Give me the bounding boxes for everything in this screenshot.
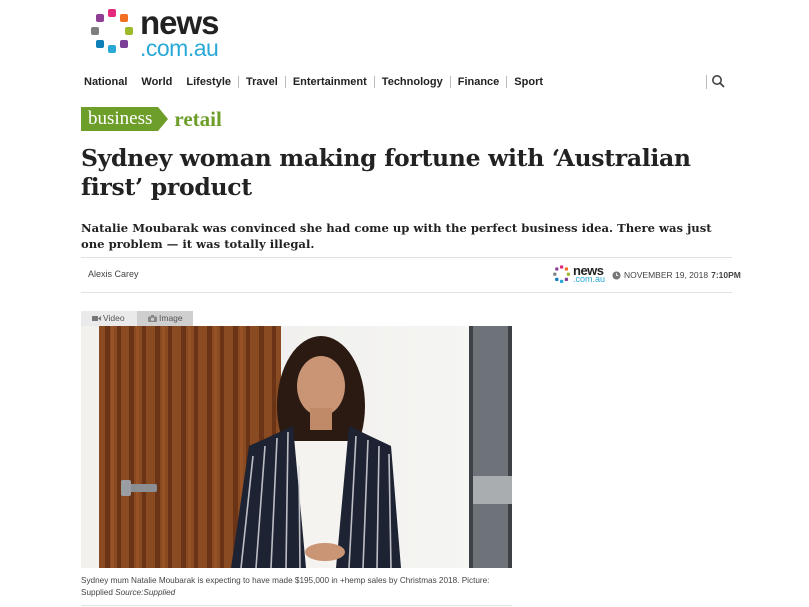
publisher-dots-icon bbox=[553, 265, 570, 283]
divider bbox=[81, 292, 732, 293]
section-breadcrumb: business retail bbox=[81, 107, 222, 131]
article-headline: Sydney woman making fortune with ‘Austra… bbox=[81, 144, 691, 201]
video-camera-icon bbox=[92, 316, 101, 321]
article-standfirst: Natalie Moubarak was convinced she had c… bbox=[81, 221, 712, 251]
search-icon bbox=[712, 75, 725, 88]
logo-domain: .com.au bbox=[140, 35, 219, 61]
photo-source: Source:Supplied bbox=[115, 588, 176, 597]
main-nav: National World Lifestyle Travel Entertai… bbox=[84, 74, 550, 90]
nav-item-national[interactable]: National bbox=[84, 76, 134, 88]
publish-time: 7:10PM bbox=[711, 270, 741, 280]
camera-icon bbox=[148, 315, 157, 322]
article-photo[interactable] bbox=[81, 326, 512, 568]
nav-item-lifestyle[interactable]: Lifestyle bbox=[179, 76, 238, 88]
tab-video[interactable]: Video bbox=[81, 311, 137, 326]
search-button[interactable] bbox=[710, 73, 726, 89]
nav-item-entertainment[interactable]: Entertainment bbox=[286, 76, 374, 88]
nav-divider bbox=[706, 75, 707, 89]
section-category-business[interactable]: business bbox=[81, 107, 169, 131]
clock-icon bbox=[612, 270, 621, 280]
media-tabs: Video Image bbox=[81, 311, 193, 326]
publish-date: NOVEMBER 19, 2018 7:10PM bbox=[612, 270, 741, 280]
nav-item-sport[interactable]: Sport bbox=[507, 76, 550, 88]
publish-date-text: NOVEMBER 19, 2018 bbox=[624, 270, 709, 280]
photo-caption: Sydney mum Natalie Moubarak is expecting… bbox=[81, 575, 521, 599]
nav-item-finance[interactable]: Finance bbox=[451, 76, 507, 88]
tab-video-label: Video bbox=[103, 313, 125, 323]
section-subcategory-retail[interactable]: retail bbox=[174, 107, 221, 132]
publisher-domain: .com.au bbox=[573, 274, 606, 284]
tab-image-label: Image bbox=[159, 313, 183, 323]
nav-item-travel[interactable]: Travel bbox=[239, 76, 285, 88]
divider bbox=[81, 605, 512, 606]
site-logo[interactable]: news .com.au bbox=[88, 6, 248, 61]
author-name[interactable]: Alexis Carey bbox=[88, 269, 139, 279]
publisher-logo: news .com.au bbox=[552, 263, 610, 285]
nav-item-technology[interactable]: Technology bbox=[375, 76, 450, 88]
logo-dots-icon bbox=[91, 9, 133, 53]
tab-image[interactable]: Image bbox=[137, 311, 193, 326]
nav-item-world[interactable]: World bbox=[134, 76, 179, 88]
divider bbox=[81, 257, 732, 258]
photo-illustration bbox=[81, 326, 512, 568]
